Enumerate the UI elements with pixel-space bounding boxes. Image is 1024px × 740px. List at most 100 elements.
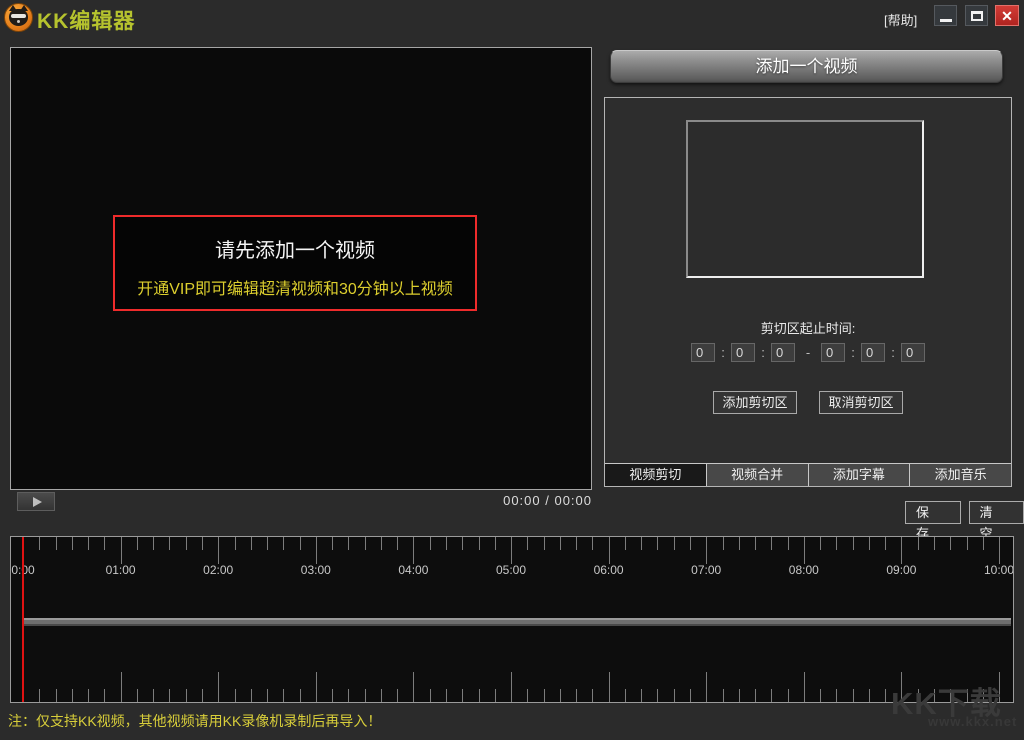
timeline-tick bbox=[609, 672, 610, 702]
empty-message-box: 请先添加一个视频 开通VIP即可编辑超清视频和30分钟以上视频 bbox=[113, 215, 477, 311]
timeline-tick bbox=[267, 689, 268, 702]
timeline-tick bbox=[397, 689, 398, 702]
logo-ear-icon bbox=[9, 5, 17, 11]
tab-video-cut[interactable]: 视频剪切 bbox=[605, 464, 706, 486]
timeline-tick bbox=[186, 689, 187, 702]
time-input-3[interactable] bbox=[821, 343, 845, 362]
timeline-tick bbox=[104, 689, 105, 702]
timeline-tick bbox=[576, 689, 577, 702]
timeline-tick bbox=[300, 689, 301, 702]
timeline-tick bbox=[641, 689, 642, 702]
time-separator: : bbox=[715, 345, 731, 360]
timeline-tick bbox=[511, 672, 512, 702]
play-button[interactable] bbox=[17, 492, 55, 511]
logo-mouth bbox=[17, 20, 20, 23]
edit-tabbar: 视频剪切 视频合并 添加字幕 添加音乐 bbox=[605, 463, 1011, 486]
timeline-tick bbox=[495, 689, 496, 702]
play-icon bbox=[33, 497, 42, 507]
time-input-5[interactable] bbox=[901, 343, 925, 362]
timeline-tick bbox=[706, 672, 707, 702]
maximize-icon bbox=[971, 11, 983, 21]
time-input-0[interactable] bbox=[691, 343, 715, 362]
logo-cat-face bbox=[9, 9, 28, 26]
timeline-tick bbox=[592, 689, 593, 702]
timeline-tick bbox=[235, 689, 236, 702]
timeline-tick bbox=[365, 689, 366, 702]
time-input-2[interactable] bbox=[771, 343, 795, 362]
timeline-tick bbox=[348, 689, 349, 702]
timeline-tick bbox=[739, 689, 740, 702]
cancel-cut-region-button[interactable]: 取消剪切区 bbox=[819, 391, 903, 414]
save-clear-row: 保 存 清 空 bbox=[905, 501, 1024, 524]
time-separator: : bbox=[845, 345, 861, 360]
app-window: KK编辑器 [帮助] ✕ 请先添加一个视频 开通VIP即可编辑超清视频和30分钟… bbox=[0, 0, 1024, 740]
timeline-tick bbox=[446, 689, 447, 702]
time-inputs-row: :: -:: bbox=[605, 343, 1011, 362]
timeline-ruler-bottom bbox=[11, 537, 1013, 702]
timeline-tick bbox=[804, 672, 805, 702]
maximize-button[interactable] bbox=[965, 5, 988, 26]
timeline-tick bbox=[413, 672, 414, 702]
timeline-tick bbox=[430, 689, 431, 702]
timeline-tick bbox=[332, 689, 333, 702]
timeline-tick bbox=[39, 689, 40, 702]
timeline-tick bbox=[657, 689, 658, 702]
watermark-url: www.kkx.net bbox=[928, 714, 1017, 729]
timeline-tick bbox=[283, 689, 284, 702]
timeline-tick bbox=[527, 689, 528, 702]
time-separator: : bbox=[885, 345, 901, 360]
add-cut-region-button[interactable]: 添加剪切区 bbox=[713, 391, 797, 414]
timeline-tick bbox=[462, 689, 463, 702]
app-logo-icon bbox=[4, 3, 33, 32]
time-input-1[interactable] bbox=[731, 343, 755, 362]
timeline-tick bbox=[853, 689, 854, 702]
add-video-button[interactable]: 添加一个视频 bbox=[610, 50, 1003, 83]
timeline-tick bbox=[869, 689, 870, 702]
timeline-tick bbox=[202, 689, 203, 702]
timeline-tick bbox=[560, 689, 561, 702]
clip-thumbnail-box bbox=[686, 120, 924, 278]
footer-note: 注：仅支持KK视频，其他视频请用KK录像机录制后再导入！ bbox=[8, 711, 381, 731]
timeline-tick bbox=[218, 672, 219, 702]
minimize-icon bbox=[940, 19, 952, 22]
timeline-tick bbox=[251, 689, 252, 702]
timeline-tick bbox=[121, 672, 122, 702]
title-bar: KK编辑器 [帮助] ✕ bbox=[0, 0, 1024, 36]
timeline-tick bbox=[836, 689, 837, 702]
cut-buttons-row: 添加剪切区 取消剪切区 bbox=[605, 391, 1011, 414]
close-icon: ✕ bbox=[1001, 9, 1013, 23]
timeline-tick bbox=[316, 672, 317, 702]
minimize-button[interactable] bbox=[934, 5, 957, 26]
timeline-tick bbox=[723, 689, 724, 702]
timeline-tick bbox=[56, 689, 57, 702]
timeline-tick bbox=[153, 689, 154, 702]
tab-video-merge[interactable]: 视频合并 bbox=[706, 464, 808, 486]
timeline-tick bbox=[169, 689, 170, 702]
logo-ear-icon bbox=[20, 5, 28, 11]
video-preview-area: 请先添加一个视频 开通VIP即可编辑超清视频和30分钟以上视频 bbox=[10, 47, 592, 490]
time-separator: : bbox=[755, 345, 771, 360]
clear-button[interactable]: 清 空 bbox=[969, 501, 1024, 524]
timeline-tick bbox=[137, 689, 138, 702]
timeline-tick bbox=[88, 689, 89, 702]
tab-add-subtitle[interactable]: 添加字幕 bbox=[808, 464, 910, 486]
timeline-tick bbox=[690, 689, 691, 702]
timeline-tick bbox=[674, 689, 675, 702]
edit-panel: 剪切区起止时间: ::-:: 添加剪切区 取消剪切区 视频剪切 视频合并 添加字… bbox=[604, 97, 1012, 487]
save-button[interactable]: 保 存 bbox=[905, 501, 961, 524]
timeline-tick bbox=[72, 689, 73, 702]
time-input-4[interactable] bbox=[861, 343, 885, 362]
tab-add-music[interactable]: 添加音乐 bbox=[909, 464, 1011, 486]
timeline-tick bbox=[820, 689, 821, 702]
time-display: 00:00 / 00:00 bbox=[470, 493, 592, 508]
logo-glasses bbox=[11, 14, 26, 18]
timeline-tick bbox=[788, 689, 789, 702]
timeline[interactable]: 0:0001:0002:0003:0004:0005:0006:0007:000… bbox=[10, 536, 1014, 703]
playhead[interactable] bbox=[22, 537, 24, 702]
timeline-tick bbox=[544, 689, 545, 702]
time-separator: - bbox=[795, 345, 821, 360]
timeline-tick bbox=[625, 689, 626, 702]
help-link[interactable]: [帮助] bbox=[884, 10, 917, 29]
timeline-tick bbox=[479, 689, 480, 702]
close-button[interactable]: ✕ bbox=[995, 5, 1019, 26]
